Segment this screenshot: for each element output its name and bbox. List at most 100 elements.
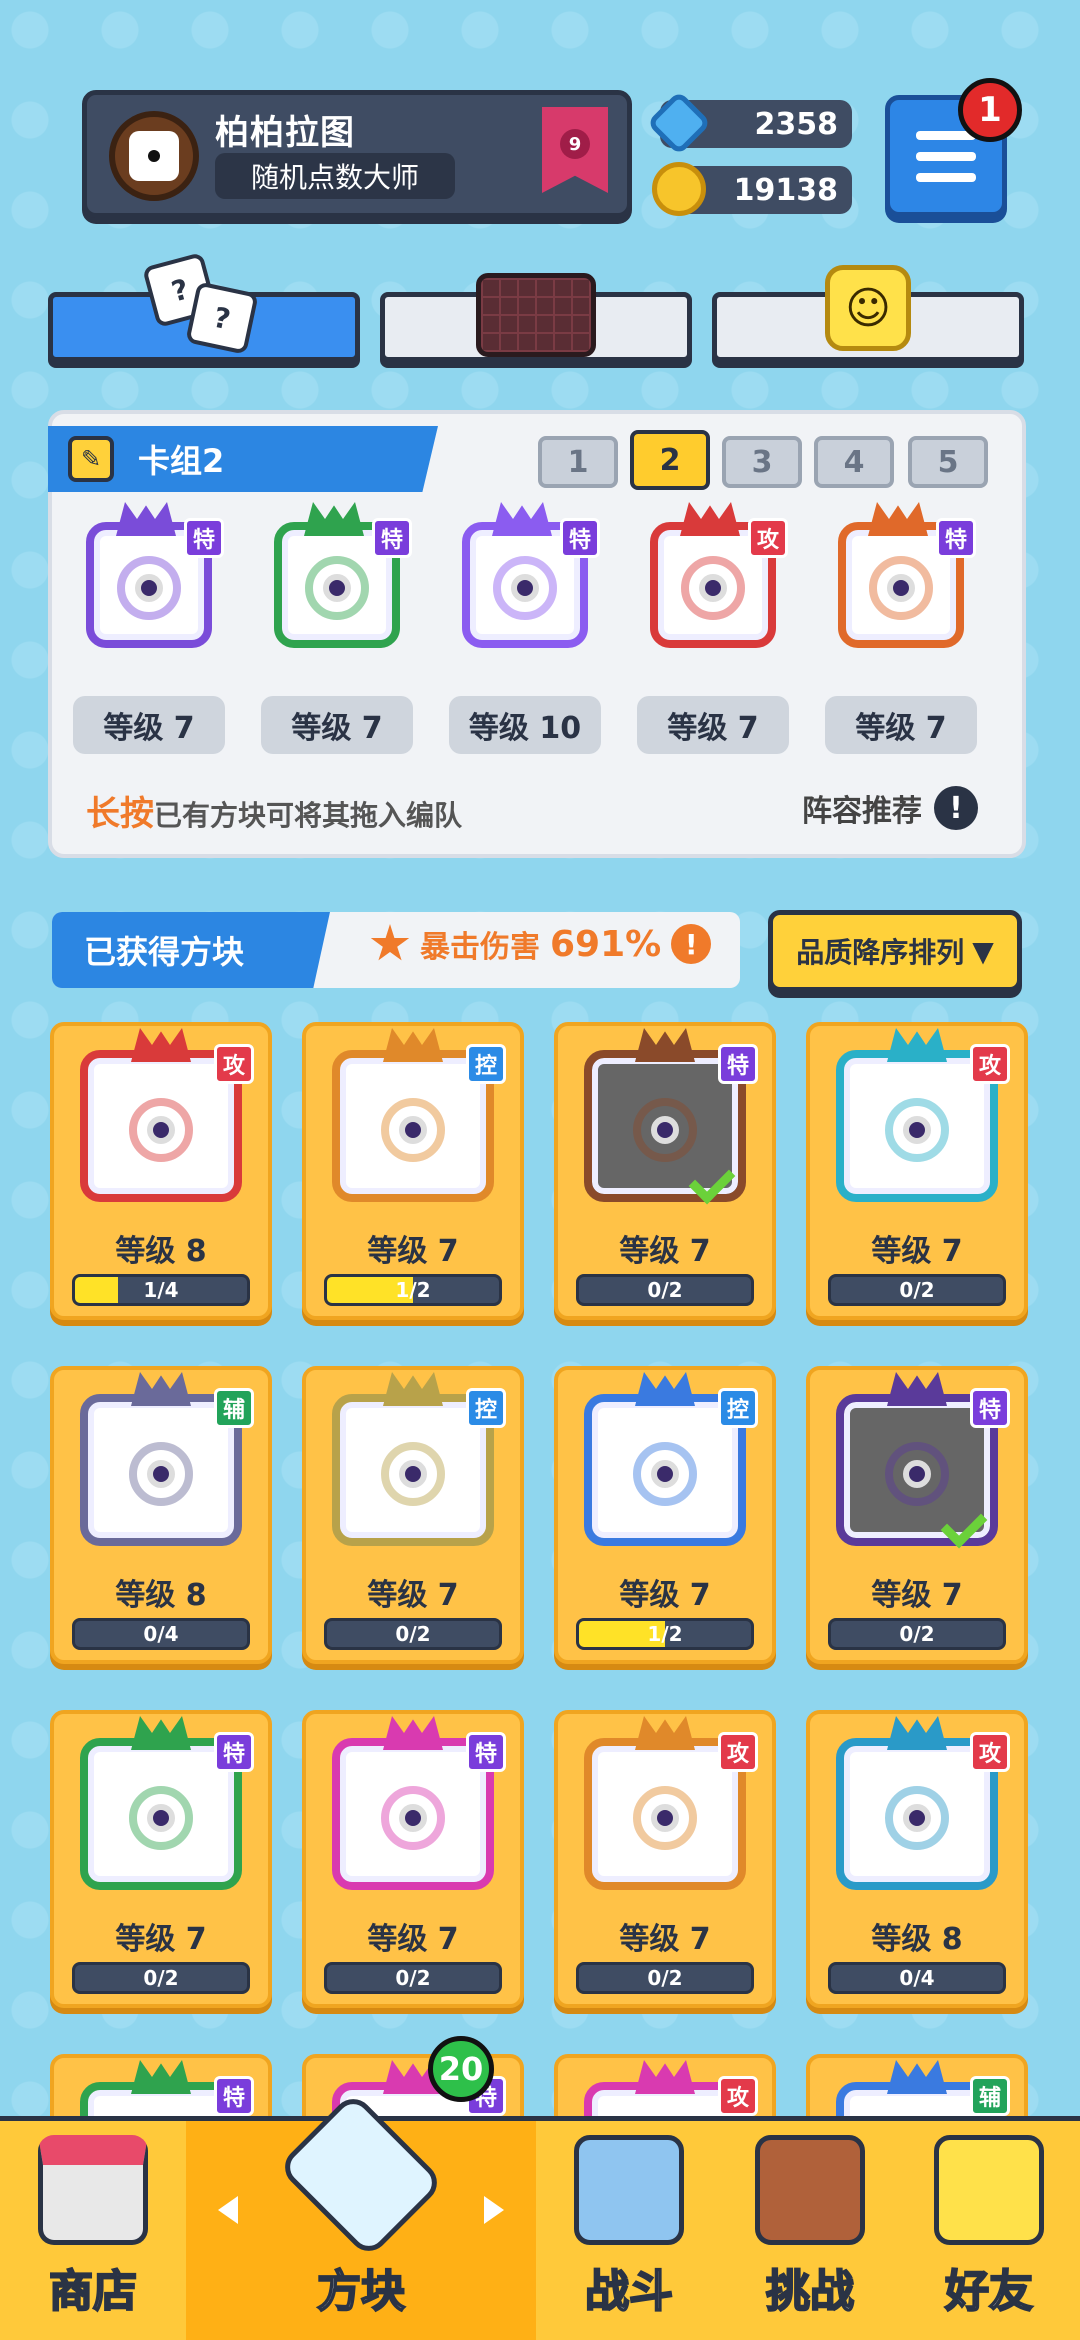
cube-art: 特 xyxy=(824,1372,1010,1560)
dragon-horn-icon xyxy=(131,1372,191,1406)
deck-card[interactable]: 特 xyxy=(74,502,224,660)
cube-level: 等级 7 xyxy=(367,1578,459,1613)
prev-arrow-icon[interactable] xyxy=(218,2196,238,2224)
cube-art: 控 xyxy=(572,1372,758,1560)
next-arrow-icon[interactable] xyxy=(484,2196,504,2224)
player-avatar[interactable] xyxy=(109,111,199,201)
cube-level: 等级 8 xyxy=(115,1578,207,1613)
progress-text: 0/2 xyxy=(647,1966,683,1990)
card-type-tag: 特 xyxy=(184,518,224,558)
upgrade-progress-bar: 1/4 xyxy=(72,1274,250,1306)
cube-art: 特 xyxy=(320,1716,506,1904)
card-type-tag: 辅 xyxy=(970,2076,1010,2116)
progress-text: 0/2 xyxy=(899,1278,935,1302)
cube-card[interactable]: 控等级 7 1/2 xyxy=(302,1022,524,1320)
card-core-icon xyxy=(903,1803,931,1832)
deck-number-button[interactable]: 5 xyxy=(908,436,988,488)
drag-hint: 长按已有方块可将其拖入编队 xyxy=(86,786,462,835)
dragon-horn-icon xyxy=(383,1372,443,1406)
card-type-tag: 特 xyxy=(718,1044,758,1084)
crit-damage[interactable]: 暴击伤害 691% ! xyxy=(370,922,712,966)
cube-card[interactable]: 特等级 7 0/2 xyxy=(50,1710,272,2008)
cube-level: 等级 8 xyxy=(115,1234,207,1269)
cube-card[interactable]: 攻等级 7 0/2 xyxy=(806,1022,1028,1320)
card-core-icon xyxy=(887,574,915,602)
nav-friends[interactable]: 好友 xyxy=(898,2121,1080,2340)
player-title: 随机点数大师 xyxy=(215,153,455,199)
pencil-icon[interactable]: ✎ xyxy=(68,436,114,482)
owned-bar: 已获得方块 暴击伤害 691% ! xyxy=(52,912,740,988)
upgrade-progress-bar: 0/2 xyxy=(576,1962,754,1994)
deck-card[interactable]: 特 xyxy=(826,502,976,660)
cube-art: 特 xyxy=(68,1716,254,1904)
deck-card-level: 等级 7 xyxy=(825,696,977,754)
card-type-tag: 辅 xyxy=(214,1388,254,1428)
tab-dice[interactable]: ?? xyxy=(48,252,360,362)
lineup-recommend-button[interactable]: 阵容推荐! xyxy=(802,786,978,830)
card-type-tag: 控 xyxy=(466,1388,506,1428)
cube-card[interactable]: 攻等级 8 0/4 xyxy=(806,1710,1028,2008)
cube-card[interactable]: 攻等级 8 1/4 xyxy=(50,1022,272,1320)
card-core-icon xyxy=(651,1459,679,1488)
cube-card[interactable]: 控等级 7 0/2 xyxy=(302,1366,524,1664)
upgrade-progress-bar: 0/2 xyxy=(72,1962,250,1994)
sort-dropdown[interactable]: 品质降序排列 ▼ xyxy=(768,910,1022,992)
nav-cubes[interactable]: 方块 xyxy=(186,2090,536,2340)
card-core-icon xyxy=(399,1459,427,1488)
notification-badge: 1 xyxy=(958,78,1022,142)
nav-challenge[interactable]: 挑战 xyxy=(722,2121,898,2340)
cube-card[interactable]: 特等级 7 0/2 xyxy=(302,1710,524,2008)
deck-card[interactable]: 特 xyxy=(450,502,600,660)
dice-icon: ?? xyxy=(142,249,259,355)
cube-card[interactable]: 攻等级 7 0/2 xyxy=(554,1710,776,2008)
chevron-down-icon: ▼ xyxy=(972,934,994,968)
dragon-horn-icon xyxy=(131,2060,191,2094)
card-core-icon xyxy=(903,1115,931,1144)
cube-card[interactable]: 控等级 7 1/2 xyxy=(554,1366,776,1664)
dragon-horn-icon xyxy=(680,502,740,536)
card-core-icon xyxy=(147,1115,175,1144)
dragon-horn-icon xyxy=(868,502,928,536)
gem-count: 2358 xyxy=(754,106,839,142)
recommend-label: 阵容推荐 xyxy=(802,794,922,829)
deck-panel: 卡组2 ✎ 12345 特等级 7 特等级 7 特等级 10 攻等级 7 特等级 7 长… xyxy=(48,410,1026,858)
cube-card[interactable]: 特等级 7 0/2 xyxy=(554,1022,776,1320)
dragon-horn-icon xyxy=(887,2060,947,2094)
player-profile-panel[interactable]: 柏柏拉图 随机点数大师 9 xyxy=(82,90,632,218)
card-core-icon xyxy=(147,1459,175,1488)
cube-level: 等级 7 xyxy=(115,1922,207,1957)
deck-card[interactable]: 特 xyxy=(262,502,412,660)
cube-card[interactable]: 辅等级 8 0/4 xyxy=(50,1366,272,1664)
upgrade-progress-bar: 1/2 xyxy=(324,1274,502,1306)
card-core-icon xyxy=(399,1803,427,1832)
tab-emote[interactable]: ☺ xyxy=(712,265,1024,362)
upgrade-progress-bar: 0/2 xyxy=(324,1962,502,1994)
cube-card[interactable]: 特等级 7 0/2 xyxy=(806,1366,1028,1664)
crit-label: 暴击伤害 xyxy=(420,930,540,965)
deck-number-button[interactable]: 2 xyxy=(630,430,710,490)
card-core-icon xyxy=(651,1115,679,1144)
info-icon: ! xyxy=(671,924,712,964)
card-type-tag: 特 xyxy=(214,2076,254,2116)
deck-number-button[interactable]: 3 xyxy=(722,436,802,488)
deck-number-button[interactable]: 4 xyxy=(814,436,894,488)
nav-battle[interactable]: 战斗 xyxy=(536,2121,722,2340)
progress-text: 1/2 xyxy=(647,1622,683,1646)
upgrade-progress-bar: 1/2 xyxy=(576,1618,754,1650)
cube-art: 攻 xyxy=(824,1716,1010,1904)
card-type-tag: 特 xyxy=(372,518,412,558)
cube-level: 等级 7 xyxy=(871,1578,963,1613)
progress-text: 0/2 xyxy=(899,1622,935,1646)
card-core-icon xyxy=(651,1803,679,1832)
card-type-tag: 控 xyxy=(718,1388,758,1428)
upgrade-progress-bar: 0/4 xyxy=(72,1618,250,1650)
deck-number-button[interactable]: 1 xyxy=(538,436,618,488)
deck-card[interactable]: 攻 xyxy=(638,502,788,660)
cube-level: 等级 7 xyxy=(871,1234,963,1269)
dragon-horn-icon xyxy=(383,1716,443,1750)
card-type-tag: 特 xyxy=(214,1732,254,1772)
nav-shop[interactable]: 商店 xyxy=(0,2121,186,2340)
dragon-horn-icon xyxy=(116,502,176,536)
shield-sword-icon xyxy=(574,2135,684,2245)
tab-board[interactable] xyxy=(380,273,692,362)
